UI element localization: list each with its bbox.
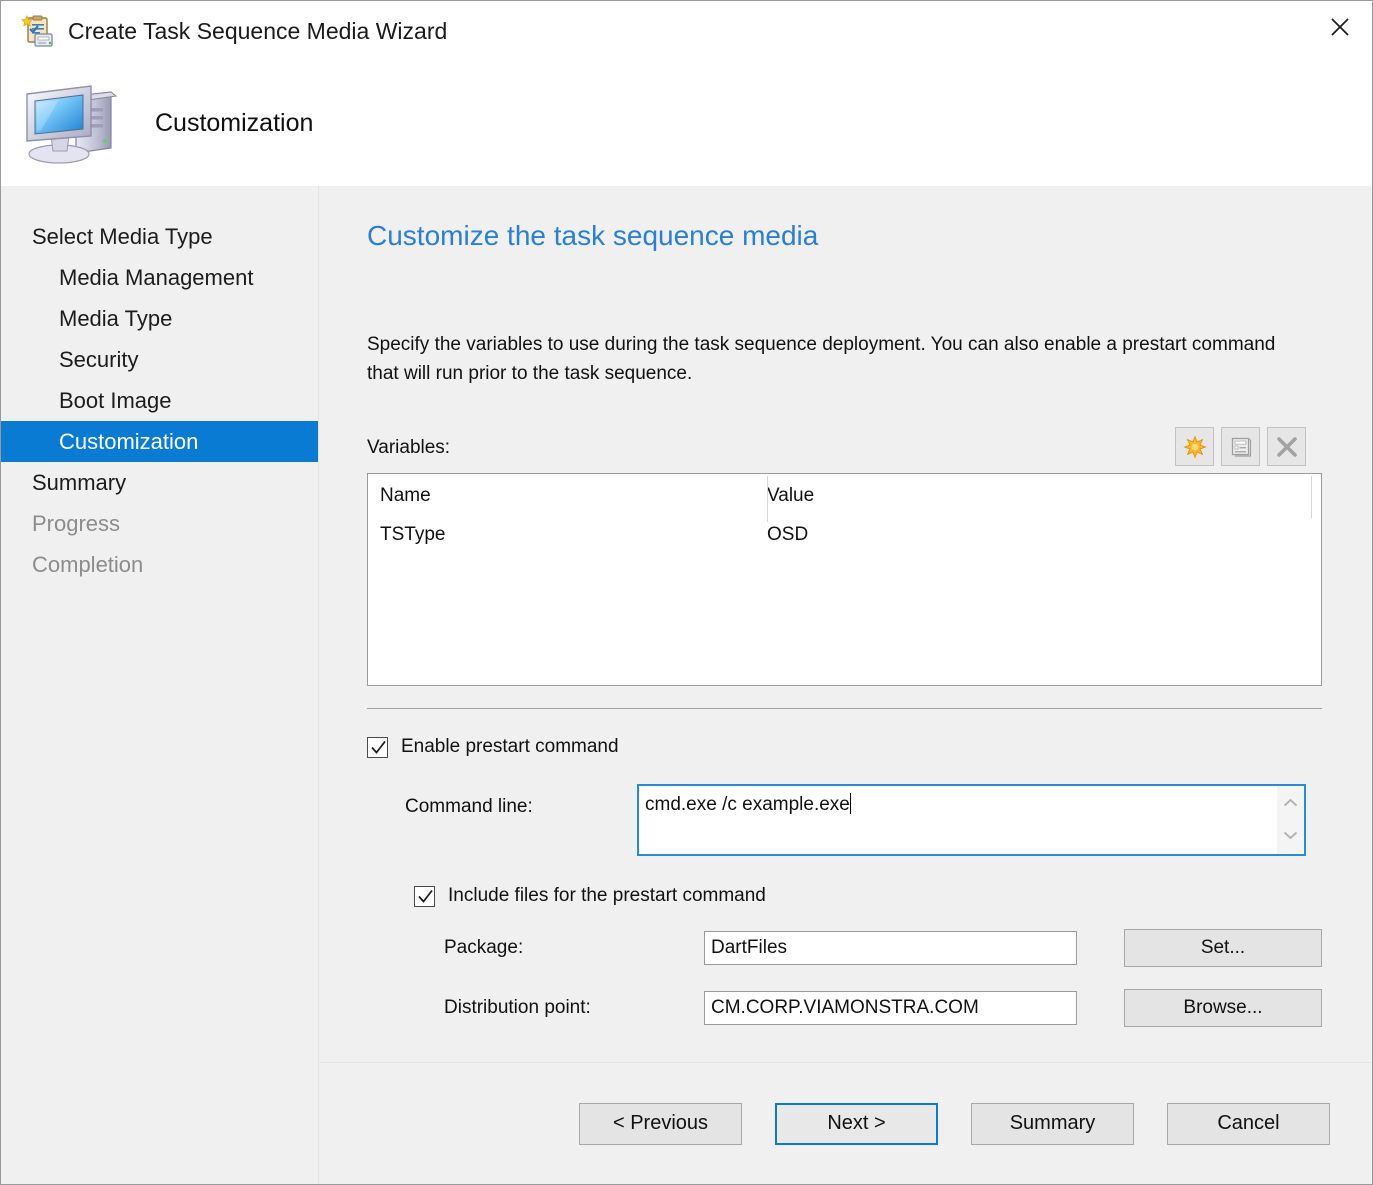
sidebar-item-completion: Completion xyxy=(1,544,318,585)
delete-variable-icon xyxy=(1267,427,1306,466)
variables-header-row: Variables: xyxy=(367,431,1322,469)
previous-button[interactable]: < Previous xyxy=(579,1103,742,1145)
variables-toolbar xyxy=(1175,427,1306,466)
close-icon[interactable] xyxy=(1308,1,1372,53)
chevron-down-icon[interactable] xyxy=(1283,827,1298,845)
section-divider xyxy=(367,708,1322,709)
next-button[interactable]: Next > xyxy=(775,1103,938,1145)
chevron-up-icon[interactable] xyxy=(1283,795,1298,813)
column-divider xyxy=(767,476,768,522)
sidebar-item-select-media-type[interactable]: Select Media Type xyxy=(1,216,318,257)
sidebar-item-label: Media Type xyxy=(59,306,172,331)
distribution-point-label: Distribution point: xyxy=(444,997,704,1019)
sidebar-item-label: Customization xyxy=(59,429,198,454)
page-description: Specify the variables to use during the … xyxy=(367,330,1307,388)
include-files-checkbox[interactable] xyxy=(414,886,435,907)
include-files-row: Include files for the prestart command xyxy=(367,885,1322,907)
wizard-window: Create Task Sequence Media Wizard xyxy=(0,0,1373,1185)
computer-monitor-icon xyxy=(19,78,123,170)
variables-list[interactable]: Name Value TSType OSD xyxy=(367,473,1322,686)
wizard-header: Customization xyxy=(1,61,1372,186)
sidebar-item-media-type[interactable]: Media Type xyxy=(1,298,318,339)
set-package-button[interactable]: Set... xyxy=(1124,929,1322,967)
sidebar-item-boot-image[interactable]: Boot Image xyxy=(1,380,318,421)
text-caret xyxy=(850,793,851,814)
enable-prestart-checkbox[interactable] xyxy=(367,737,388,758)
wizard-footer: < Previous Next > Summary Cancel xyxy=(320,1062,1372,1184)
distribution-point-input[interactable]: CM.CORP.VIAMONSTRA.COM xyxy=(704,991,1077,1025)
browse-distribution-point-button[interactable]: Browse... xyxy=(1124,989,1322,1027)
window-title: Create Task Sequence Media Wizard xyxy=(68,18,447,45)
column-header-value: Value xyxy=(767,485,814,507)
sidebar-item-customization[interactable]: Customization xyxy=(1,421,318,462)
summary-button[interactable]: Summary xyxy=(971,1103,1134,1145)
table-header-row: Name Value xyxy=(368,474,1321,515)
title-bar: Create Task Sequence Media Wizard xyxy=(1,1,1372,61)
cell-name: TSType xyxy=(380,524,767,546)
sidebar-item-label: Boot Image xyxy=(59,388,172,413)
variables-label: Variables: xyxy=(367,437,450,459)
table-row[interactable]: TSType OSD xyxy=(368,515,1321,554)
sidebar-item-label: Security xyxy=(59,347,138,372)
package-input[interactable]: DartFiles xyxy=(704,931,1077,965)
wizard-steps-sidebar: Select Media Type Media Management Media… xyxy=(1,186,319,1185)
sidebar-item-label: Select Media Type xyxy=(32,224,213,249)
enable-prestart-label[interactable]: Enable prestart command xyxy=(401,736,619,758)
wizard-content: Customize the task sequence media Specif… xyxy=(319,186,1373,1185)
sidebar-item-security[interactable]: Security xyxy=(1,339,318,380)
sidebar-item-label: Media Management xyxy=(59,265,253,290)
sidebar-item-progress: Progress xyxy=(1,503,318,544)
column-divider-right xyxy=(1311,476,1312,518)
cell-value: OSD xyxy=(767,524,808,546)
sidebar-item-label: Completion xyxy=(32,552,143,577)
enable-prestart-row: Enable prestart command xyxy=(367,736,1322,758)
sidebar-item-summary[interactable]: Summary xyxy=(1,462,318,503)
sidebar-item-label: Summary xyxy=(32,470,126,495)
distribution-point-row: Distribution point: CM.CORP.VIAMONSTRA.C… xyxy=(367,989,1322,1027)
column-header-name: Name xyxy=(380,485,767,507)
command-line-input[interactable]: cmd.exe /c example.exe xyxy=(637,784,1306,856)
sidebar-item-media-management[interactable]: Media Management xyxy=(1,257,318,298)
command-line-scrollbar[interactable] xyxy=(1277,786,1304,854)
command-line-row: Command line: cmd.exe /c example.exe xyxy=(367,784,1322,856)
sidebar-item-label: Progress xyxy=(32,511,120,536)
task-sequence-media-icon xyxy=(21,14,55,48)
include-files-label[interactable]: Include files for the prestart command xyxy=(448,885,766,907)
wizard-body: Select Media Type Media Management Media… xyxy=(1,186,1372,1185)
command-line-value: cmd.exe /c example.exe xyxy=(639,786,850,816)
page-title: Customize the task sequence media xyxy=(367,186,1322,252)
command-line-label: Command line: xyxy=(367,784,637,818)
package-row: Package: DartFiles Set... xyxy=(367,929,1322,967)
cancel-button[interactable]: Cancel xyxy=(1167,1103,1330,1145)
new-variable-icon[interactable] xyxy=(1175,427,1214,466)
header-title: Customization xyxy=(155,109,313,138)
package-label: Package: xyxy=(444,937,704,959)
edit-variable-icon xyxy=(1221,427,1260,466)
